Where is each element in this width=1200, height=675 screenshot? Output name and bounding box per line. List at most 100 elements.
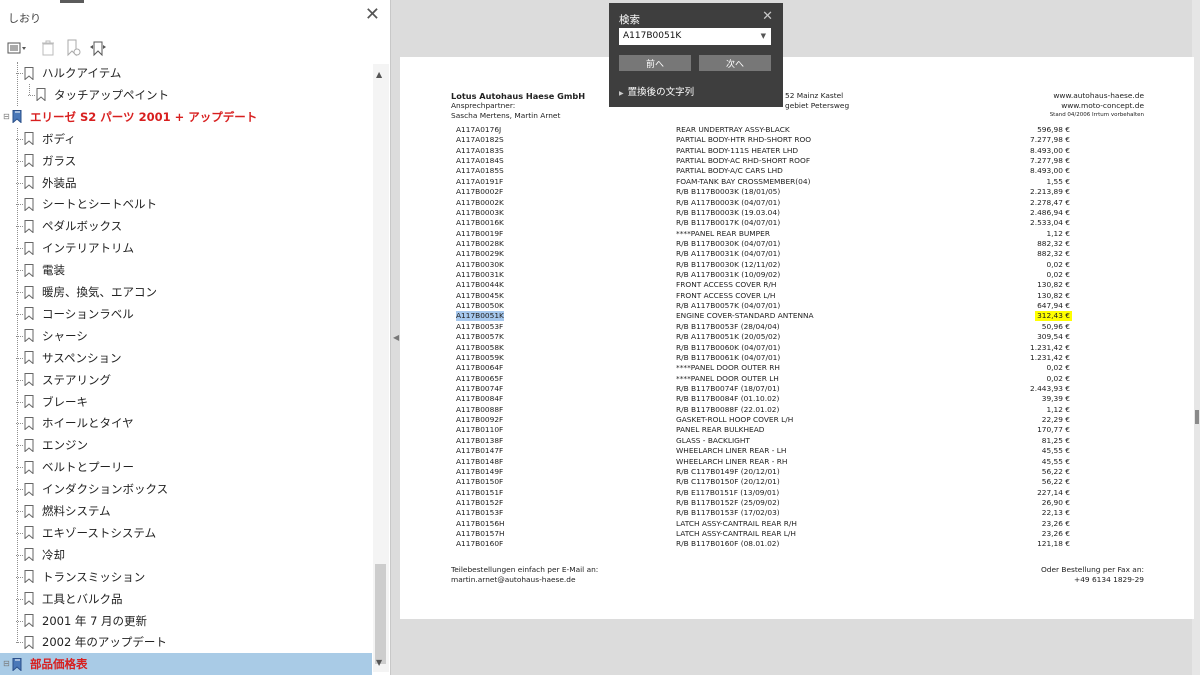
bookmark-icon — [24, 504, 42, 518]
part-price: 0,02 € — [1046, 270, 1070, 280]
document-scroll-thumb[interactable] — [1195, 410, 1199, 424]
bookmark-item[interactable]: 暖房、換気、エアコン — [24, 281, 157, 303]
trash-icon[interactable] — [40, 38, 56, 58]
bookmark-item[interactable]: シャーシ — [24, 325, 88, 347]
bookmark-item[interactable]: ガラス — [24, 150, 76, 172]
part-price: 45,55 € — [1041, 456, 1070, 466]
bookmark-item[interactable]: タッチアップペイント — [36, 84, 169, 106]
bookmark-icon — [24, 635, 42, 649]
list-options-icon[interactable] — [6, 38, 30, 58]
footer-email[interactable]: martin.arnet@autohaus-haese.de — [451, 575, 576, 585]
part-number: A117B0058K — [456, 342, 504, 352]
bookmark-item[interactable]: 2001 年 7 月の更新 — [24, 610, 147, 632]
part-number: A117B0051K — [456, 311, 504, 322]
collapse-icon[interactable]: ⊟ — [3, 112, 10, 121]
part-number: A117A0176J — [456, 125, 502, 134]
bookmark-item[interactable]: 部品価格表 — [0, 653, 372, 675]
bookmark-item[interactable]: ホイールとタイヤ — [24, 412, 134, 434]
collapse-icon[interactable]: ⊟ — [3, 659, 10, 668]
bookmark-item[interactable]: 電装 — [24, 259, 65, 281]
bookmark-item[interactable]: トランスミッション — [24, 566, 145, 588]
part-price: 22,13 € — [1041, 508, 1070, 518]
sidebar-scrollbar[interactable]: ▲ ▼ — [373, 64, 389, 672]
part-description: LATCH ASSY-CANTRAIL REAR R/H — [676, 518, 797, 528]
previous-button[interactable]: 前へ — [619, 55, 691, 71]
part-price: 8.493,00 € — [1030, 166, 1070, 176]
part-number: A117B0152F — [456, 497, 504, 507]
part-number: A117B0029K — [456, 249, 504, 259]
bookmark-label: 暖房、換気、エアコン — [42, 285, 157, 299]
bookmark-item[interactable]: インテリアトリム — [24, 237, 134, 259]
part-number: A117B0057K — [456, 332, 504, 342]
next-button[interactable]: 次へ — [699, 55, 771, 71]
bookmark-icon — [12, 110, 30, 124]
search-query[interactable]: A117B0051K — [623, 31, 681, 41]
bookmark-item[interactable]: コーションラベル — [24, 303, 134, 325]
part-number: A117B0030K — [456, 259, 504, 269]
bookmark-item[interactable]: エリーゼ S2 パーツ 2001 + アップデート — [12, 106, 257, 128]
bookmark-item[interactable]: 工具とバルク品 — [24, 588, 123, 610]
bookmark-icon — [24, 570, 42, 584]
part-number: A117B0044K — [456, 280, 504, 290]
bookmark-item[interactable]: ブレーキ — [24, 391, 88, 413]
scroll-up-icon[interactable]: ▲ — [376, 70, 382, 79]
part-number: A117A0185S — [456, 166, 504, 176]
bookmark-item[interactable]: 外装品 — [24, 172, 77, 194]
bookmark-icon — [12, 657, 30, 671]
part-price: 2.486,94 € — [1030, 207, 1070, 217]
part-description: R/B B117B0061K (04/07/01) — [676, 352, 781, 362]
part-number: A117B0016K — [456, 218, 504, 228]
part-number: A117A0182S — [456, 135, 504, 145]
scroll-down-icon[interactable]: ▼ — [376, 658, 382, 667]
bookmark-icon — [24, 614, 42, 627]
part-description: REAR UNDERTRAY ASSY-BLACK — [676, 125, 790, 134]
chevron-down-icon[interactable]: ▼ — [761, 32, 766, 40]
close-icon[interactable]: ✕ — [365, 6, 380, 24]
replace-toggle[interactable]: ▶ 置換後の文字列 — [619, 84, 694, 98]
bookmark-label: コーションラベル — [42, 306, 134, 321]
part-number: A117B0150F — [456, 477, 504, 487]
bookmark-label: インテリアトリム — [42, 241, 134, 256]
bookmark-icon — [24, 285, 42, 299]
bookmark-icon — [24, 219, 42, 233]
scroll-thumb[interactable] — [375, 564, 386, 664]
part-price: 2.213,89 € — [1030, 187, 1070, 197]
part-price: 0,02 € — [1046, 363, 1070, 373]
bookmark-label: シャーシ — [42, 328, 88, 343]
part-number: A117B0002K — [456, 197, 504, 207]
bookmark-item[interactable]: シートとシートベルト — [24, 193, 157, 215]
bookmark-icon — [24, 548, 42, 562]
website-1[interactable]: www.autohaus-haese.de — [1053, 91, 1144, 101]
new-bookmark-icon[interactable] — [64, 38, 82, 58]
part-price: 309,54 € — [1037, 332, 1070, 342]
bookmark-item[interactable]: ペダルボックス — [24, 215, 122, 237]
part-price: 130,82 € — [1037, 280, 1070, 290]
bookmark-item[interactable]: 燃料システム — [24, 500, 111, 522]
part-description: LATCH ASSY-CANTRAIL REAR L/H — [676, 529, 796, 539]
search-input[interactable]: A117B0051K ▼ — [619, 28, 771, 45]
part-description: R/B A117B0051K (20/05/02) — [676, 332, 781, 342]
address-line-2: gebiet Petersweg — [785, 101, 850, 110]
bookmark-item[interactable]: ハルクアイテム — [24, 62, 121, 84]
tree-connector — [17, 62, 18, 106]
bookmark-item[interactable]: サスペンション — [24, 347, 121, 369]
stand-note: Stand 04/2006 Irrtum vorbehalten — [1049, 112, 1144, 118]
bookmark-item[interactable]: 冷却 — [24, 544, 65, 566]
expand-bookmark-icon[interactable] — [88, 38, 108, 58]
bookmark-item[interactable]: ボディ — [24, 128, 76, 150]
part-price: 596,98 € — [1037, 125, 1070, 134]
bookmark-item[interactable]: インダクションボックス — [24, 478, 168, 500]
part-number: A117B0019F — [456, 228, 504, 238]
close-icon[interactable]: ✕ — [762, 9, 773, 24]
part-price: 1,55 € — [1046, 176, 1070, 186]
bookmark-item[interactable]: ベルトとプーリー — [24, 456, 134, 478]
bookmark-item[interactable]: 2002 年のアップデート — [24, 631, 167, 653]
part-description: R/B B117B0074F (18/07/01) — [676, 384, 780, 393]
part-price: 882,32 € — [1037, 249, 1070, 259]
bookmark-item[interactable]: エキゾーストシステム — [24, 522, 156, 544]
bookmark-item[interactable]: ステアリング — [24, 369, 111, 391]
part-description: R/B A117B0003K (04/07/01) — [676, 197, 781, 207]
panel-collapse-icon[interactable]: ◀ — [393, 333, 399, 342]
bookmark-item[interactable]: エンジン — [24, 434, 88, 456]
bookmark-icon — [24, 241, 42, 255]
